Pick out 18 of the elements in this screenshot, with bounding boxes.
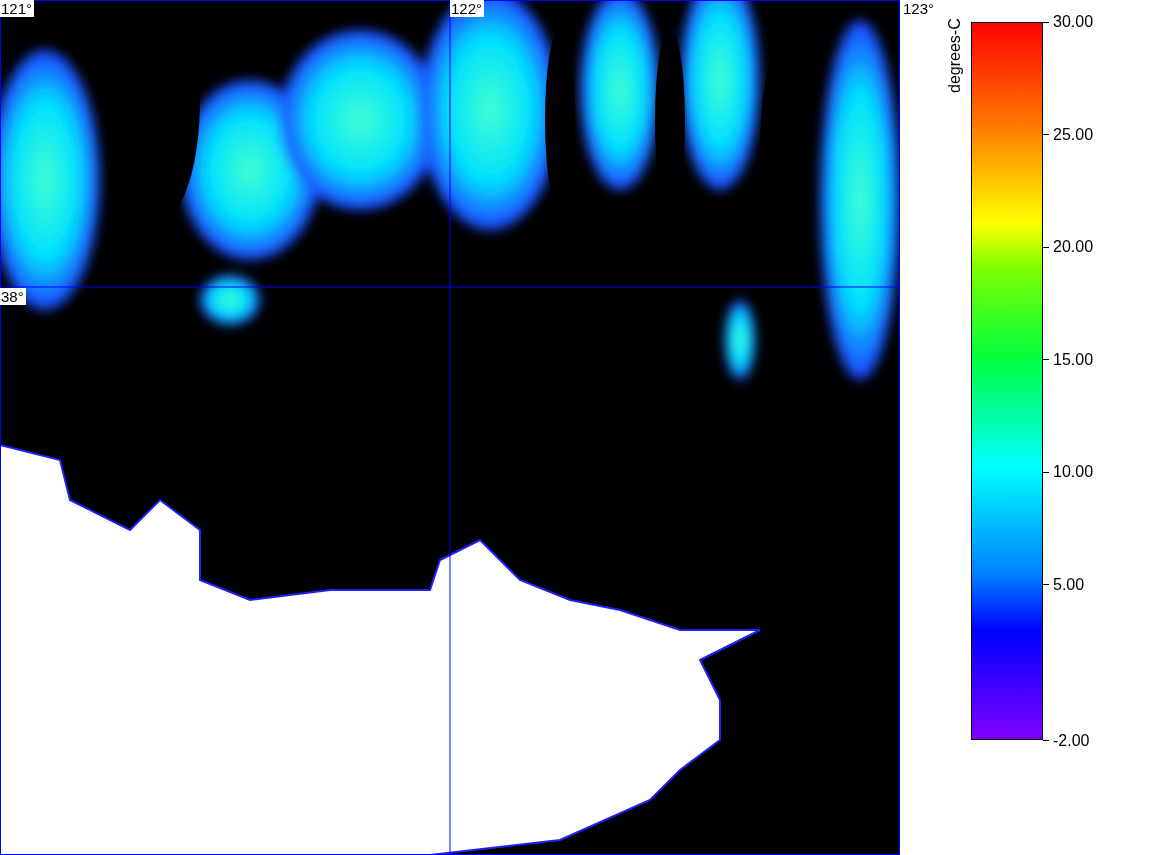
longitude-label: 122° [450,0,485,17]
tick-label: 30.00 [1053,13,1094,31]
longitude-label: 121° [0,0,35,17]
tick-label: 5.00 [1053,575,1085,594]
tick-label: -2.00 [1053,731,1090,750]
latitude-label: 38° [0,288,26,305]
tick-mark [1043,359,1049,360]
tick-label: 25.00 [1053,125,1094,144]
tick-mark [1043,740,1049,741]
tick-label: 10.00 [1053,463,1094,481]
tick-mark [1043,471,1049,473]
tick-mark [1043,134,1049,135]
tick-label: 20.00 [1053,238,1094,256]
tick-mark [1043,584,1049,585]
tick-mark [1043,21,1049,23]
tick-label: 15.00 [1053,350,1094,369]
tick-mark [1043,246,1049,248]
colorbar-label: degrees-C [946,18,964,95]
